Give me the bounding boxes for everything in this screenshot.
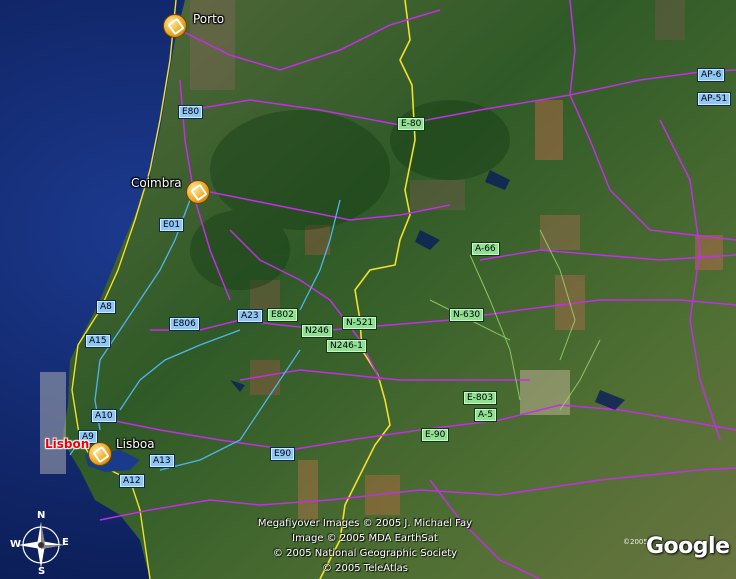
credit-line: © 2005 TeleAtlas (321, 563, 408, 574)
credit-line: Megafiyover Images © 2005 J. Michael Fay (257, 518, 473, 529)
attribution-credits: Megafiyover Images © 2005 J. Michael Fay… (240, 516, 490, 576)
compass-s-label: S (38, 566, 46, 577)
city-label-coimbra[interactable]: Coimbra (131, 176, 182, 190)
road-shield-a13[interactable]: A13 (149, 454, 175, 468)
road-shield-a12[interactable]: A12 (119, 474, 145, 488)
map-view[interactable]: E80 E-80 AP-6 AP-51 E01 A-66 A8 A23 E802… (0, 0, 736, 579)
road-shield-a23[interactable]: A23 (237, 309, 263, 323)
road-shield-n246[interactable]: N246 (301, 324, 333, 338)
compass-w-label: W (10, 539, 22, 550)
city-label-porto[interactable]: Porto (193, 12, 224, 26)
road-shield-a10[interactable]: A10 (91, 409, 117, 423)
road-shield-n-630[interactable]: N-630 (449, 308, 485, 322)
road-shield-e90[interactable]: E90 (270, 447, 296, 461)
road-shield-e01[interactable]: E01 (159, 218, 185, 232)
compass-rose[interactable]: N S E W (10, 510, 72, 577)
compass-e-label: E (62, 537, 69, 548)
road-shield-e-90[interactable]: E-90 (421, 428, 450, 442)
road-shield-e-80[interactable]: E-80 (397, 117, 426, 131)
road-shield-a15[interactable]: A15 (85, 334, 111, 348)
road-shield-a8[interactable]: A8 (96, 300, 116, 314)
road-shield-e-803[interactable]: E-803 (463, 391, 498, 405)
google-logo: Google (646, 534, 730, 559)
road-shield-e80[interactable]: E80 (178, 105, 204, 119)
road-shield-n-521[interactable]: N-521 (342, 316, 378, 330)
road-shield-n246-1[interactable]: N246-1 (326, 339, 367, 353)
placemark-lisboa-icon[interactable] (88, 442, 112, 466)
satellite-imagery (0, 0, 736, 579)
road-shield-ap-51[interactable]: AP-51 (697, 92, 732, 106)
placemark-coimbra-icon[interactable] (186, 180, 210, 204)
road-shield-e802[interactable]: E802 (267, 308, 298, 322)
compass-n-label: N (37, 510, 46, 521)
logo-copyright-year: ©2005 (623, 538, 648, 546)
road-shield-a-66[interactable]: A-66 (471, 242, 500, 256)
credit-line: Image © 2005 MDA EarthSat (292, 533, 438, 544)
credit-line: © 2005 National Geographic Society (272, 548, 458, 559)
placemark-porto-icon[interactable] (163, 14, 187, 38)
city-label-lisboa[interactable]: Lisboa (116, 437, 155, 451)
city-label-lisbon[interactable]: Lisbon (45, 437, 89, 451)
road-shield-ap-6[interactable]: AP-6 (697, 68, 726, 82)
road-shield-a-5[interactable]: A-5 (474, 408, 497, 422)
road-shield-e806[interactable]: E806 (169, 317, 200, 331)
